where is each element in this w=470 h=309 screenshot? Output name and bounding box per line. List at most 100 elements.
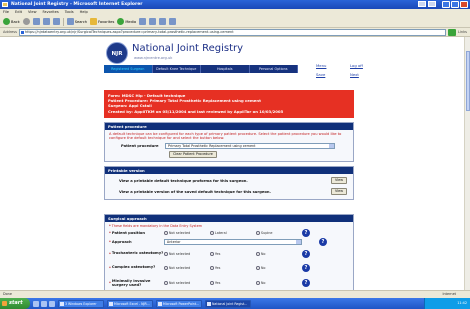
- media-label: Media: [125, 19, 137, 24]
- radio-no[interactable]: No: [255, 281, 302, 285]
- clear-procedure-button[interactable]: Clear Patient Procedure: [169, 151, 217, 158]
- menu-edit[interactable]: Edit: [15, 9, 22, 16]
- required-marker: *: [109, 230, 111, 235]
- radio-lateral[interactable]: Lateral: [209, 230, 256, 235]
- field-label: Trochanteric osteotomy?: [111, 251, 164, 256]
- nav-default-technique[interactable]: Default Knee Technique: [153, 65, 201, 73]
- menu-file[interactable]: File: [3, 9, 9, 16]
- approach-select[interactable]: Anterior: [163, 238, 302, 245]
- status-bar: Done Internet: [0, 290, 470, 298]
- window-title: National Joint Registry - Microsoft Inte…: [11, 2, 143, 7]
- created-line: Created by: AppliTKM on 05/11/2004 and l…: [108, 108, 284, 114]
- radio-not-selected[interactable]: Not selected: [163, 251, 210, 256]
- save-link[interactable]: Save: [316, 72, 325, 77]
- radio-not-selected[interactable]: Not selected: [163, 265, 210, 270]
- complex-osteotomy-row: * Complex osteotomy? Not selected Yes No…: [109, 262, 327, 273]
- print-icon: [428, 1, 436, 7]
- search-label: Search: [74, 19, 88, 24]
- menu-link[interactable]: Menu: [316, 63, 326, 68]
- minimize-button[interactable]: [442, 1, 450, 8]
- required-marker: *: [109, 239, 111, 244]
- address-input[interactable]: https://njrdataentry.org.uk/njr/Surgical…: [18, 28, 446, 36]
- logoff-link[interactable]: Log off: [350, 63, 363, 68]
- ie-quicklaunch-icon[interactable]: [33, 300, 39, 307]
- start-button[interactable]: start: [0, 298, 30, 309]
- maximize-button[interactable]: [451, 1, 459, 8]
- radio-not-selected[interactable]: Not selected: [163, 281, 210, 285]
- scrollbar-thumb[interactable]: [466, 51, 470, 111]
- next-link[interactable]: Next: [350, 72, 359, 77]
- back-button[interactable]: Back: [3, 18, 20, 25]
- panel-heading: Printable version: [105, 167, 353, 174]
- help-icon[interactable]: ?: [301, 263, 310, 272]
- minimally-invasive-row: * Minimally invasive surgery used? Not s…: [109, 276, 327, 290]
- address-bar: Address https://njrdataentry.org.uk/njr/…: [0, 28, 470, 37]
- title-bar: National Joint Registry - Microsoft Inte…: [0, 0, 470, 9]
- main-nav: Registered Surgeon Default Knee Techniqu…: [104, 65, 298, 73]
- history-icon[interactable]: [139, 18, 147, 25]
- menu-view[interactable]: View: [28, 9, 37, 16]
- menu-help[interactable]: Help: [80, 9, 88, 16]
- back-label: Back: [11, 19, 20, 24]
- stop-icon[interactable]: [32, 18, 40, 25]
- taskbar-item-explorer[interactable]: 3 Windows Explorer: [58, 299, 104, 308]
- page-actions: Menu Log off Save Next: [316, 63, 374, 80]
- menu-tools[interactable]: Tools: [65, 9, 74, 16]
- required-marker: *: [109, 251, 111, 256]
- toolbar: Back Search Favorites Media: [0, 16, 470, 28]
- radio-no[interactable]: No: [255, 251, 302, 256]
- printable-saved-text: View a printable version of the saved de…: [119, 189, 271, 194]
- window-controls: [442, 1, 468, 8]
- browser-window: National Joint Registry - Microsoft Inte…: [0, 0, 470, 309]
- panel-heading: Patient procedure: [105, 123, 353, 130]
- njr-logo: NJR: [106, 42, 128, 64]
- quick-launch: [33, 300, 55, 307]
- taskbar-item-excel[interactable]: Microsoft Excel - NJR...: [107, 299, 153, 308]
- refresh-icon[interactable]: [42, 18, 50, 25]
- radio-yes[interactable]: Yes: [209, 251, 256, 256]
- mail-icon[interactable]: [149, 18, 157, 25]
- radio-no[interactable]: No: [255, 265, 302, 270]
- security-zone: Internet: [442, 292, 456, 296]
- radio-yes[interactable]: Yes: [209, 281, 256, 285]
- site-url: www.njrcentre.org.uk: [134, 56, 173, 60]
- help-icon[interactable]: ?: [319, 237, 327, 246]
- taskbar: start 3 Windows Explorer Microsoft Excel…: [0, 298, 470, 309]
- vertical-scrollbar[interactable]: [464, 37, 470, 290]
- field-label: Complex osteotomy?: [111, 265, 156, 270]
- search-icon: [66, 18, 74, 25]
- go-button[interactable]: [448, 28, 456, 36]
- help-icon[interactable]: ?: [301, 279, 310, 287]
- surgical-approach-panel: Surgical approach *These fields are mand…: [104, 214, 354, 290]
- desktop-quicklaunch-icon[interactable]: [49, 300, 55, 307]
- menu-favorites[interactable]: Favorites: [43, 9, 59, 16]
- procedure-select[interactable]: Primary Total Prosthetic Replacement usi…: [165, 142, 335, 149]
- nav-hospitals[interactable]: Hospitals: [201, 65, 250, 73]
- favorites-button[interactable]: Favorites: [90, 18, 114, 25]
- taskbar-item-powerpoint[interactable]: Microsoft PowerPoint...: [156, 299, 202, 308]
- radio-yes[interactable]: Yes: [209, 265, 256, 270]
- help-icon[interactable]: ?: [301, 249, 310, 258]
- forward-arrow-icon[interactable]: [22, 18, 30, 25]
- radio-not-selected[interactable]: Not selected: [163, 230, 210, 235]
- trochanteric-row: * Trochanteric osteotomy? Not selected Y…: [109, 248, 327, 259]
- media-button[interactable]: Media: [117, 18, 136, 25]
- home-icon[interactable]: [52, 18, 60, 25]
- nav-registered-surgeon[interactable]: Registered Surgeon: [104, 65, 153, 73]
- taskbar-item-njr[interactable]: National Joint Regist...: [205, 299, 251, 308]
- print-icon[interactable]: [159, 18, 167, 25]
- patient-procedure-panel: Patient procedure A default technique ca…: [104, 122, 354, 162]
- outlook-quicklaunch-icon[interactable]: [41, 300, 47, 307]
- form-info-banner: Form: MDSC Hip - Default technique Patie…: [104, 90, 354, 118]
- view-saved-button[interactable]: View: [330, 188, 347, 195]
- field-label: Patient position: [111, 230, 145, 235]
- nav-personal-options[interactable]: Personal Options: [250, 65, 298, 73]
- radio-supine[interactable]: Supine: [255, 230, 302, 235]
- view-proforma-button[interactable]: View: [330, 177, 347, 184]
- search-button[interactable]: Search: [66, 18, 88, 25]
- close-button[interactable]: [460, 1, 468, 8]
- required-marker: *: [109, 265, 111, 270]
- links-label[interactable]: Links: [458, 30, 467, 34]
- edit-icon[interactable]: [169, 18, 177, 25]
- help-icon[interactable]: ?: [301, 228, 310, 237]
